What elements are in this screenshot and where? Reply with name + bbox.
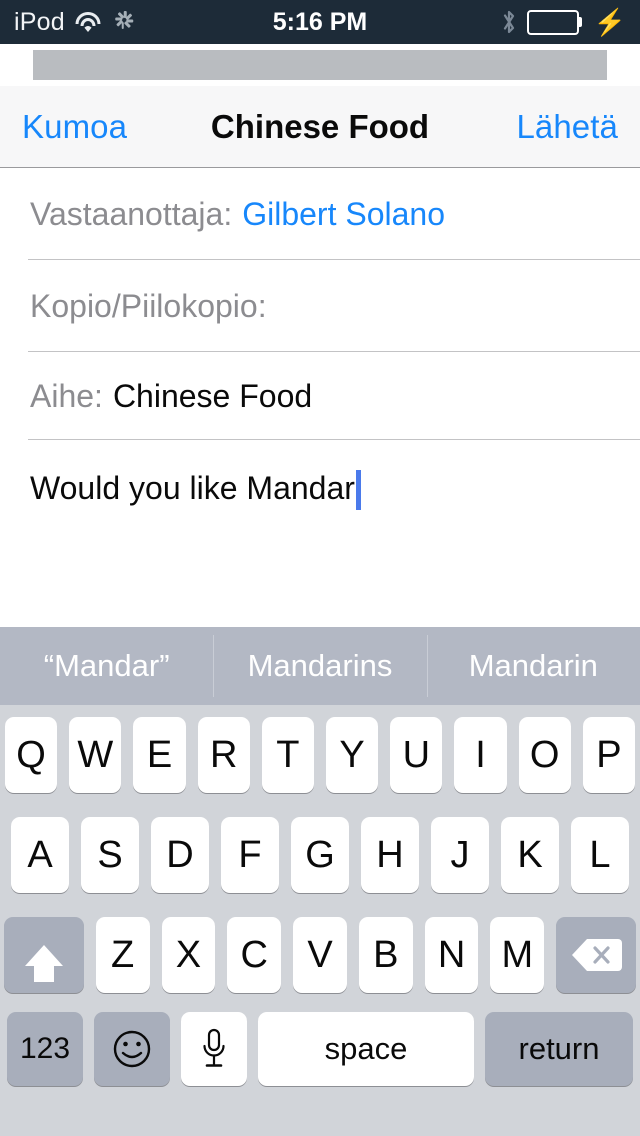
key-l[interactable]: L: [571, 817, 629, 893]
onscreen-keyboard: “Mandar” Mandarins Mandarin Q W E R T Y …: [0, 627, 640, 1136]
text-cursor: [355, 470, 361, 510]
to-field-label: Vastaanottaja:: [30, 195, 233, 232]
emoji-smiley-icon: [113, 1030, 151, 1068]
keyboard-row-3: Z X C V B N M: [0, 905, 640, 1005]
key-d[interactable]: D: [151, 817, 209, 893]
return-key[interactable]: return: [485, 1012, 633, 1086]
message-body-field[interactable]: Would you like Mandar: [0, 440, 640, 600]
suggestion-2[interactable]: Mandarin: [426, 627, 640, 705]
key-y[interactable]: Y: [326, 717, 379, 793]
autocorrect-suggestion-bar: “Mandar” Mandarins Mandarin: [0, 627, 640, 705]
key-g[interactable]: G: [291, 817, 349, 893]
key-w[interactable]: W: [69, 717, 122, 793]
key-z[interactable]: Z: [95, 917, 150, 993]
cc-bcc-field-row[interactable]: Kopio/Piilokopio:: [0, 260, 640, 352]
key-r[interactable]: R: [197, 717, 250, 793]
key-q[interactable]: Q: [4, 717, 58, 793]
key-s[interactable]: S: [81, 817, 139, 893]
bluetooth-icon: [503, 10, 514, 34]
status-bar-left: iPod: [14, 8, 134, 37]
microphone-icon: [203, 1028, 225, 1067]
subject-field-row[interactable]: Aihe: Chinese Food: [0, 352, 640, 440]
keyboard-row-4: 123 space return: [0, 1005, 640, 1093]
app-screen: iPod 5:16 PM ⚡ Kumoa Chinese Food Lähetä…: [0, 0, 640, 1136]
cancel-button[interactable]: Kumoa: [22, 108, 127, 146]
key-n[interactable]: N: [424, 917, 479, 993]
carrier-label: iPod: [14, 7, 65, 36]
subject-field-value[interactable]: Chinese Food: [113, 378, 312, 415]
wifi-icon: [75, 12, 102, 32]
backspace-key[interactable]: [556, 917, 636, 993]
key-p[interactable]: P: [582, 717, 636, 793]
keyboard-row-2: A S D F G H J K L: [0, 805, 640, 905]
key-i[interactable]: I: [454, 717, 507, 793]
activity-spinner-icon: [112, 11, 134, 33]
backspace-delete-icon: [572, 939, 623, 971]
suggestion-0[interactable]: “Mandar”: [0, 627, 213, 705]
key-f[interactable]: F: [221, 817, 279, 893]
message-body-text: Would you like Mandar: [30, 470, 355, 506]
cc-bcc-field-label: Kopio/Piilokopio:: [30, 287, 267, 324]
key-x[interactable]: X: [161, 917, 216, 993]
navigation-bar: Kumoa Chinese Food Lähetä: [0, 86, 640, 168]
key-j[interactable]: J: [431, 817, 489, 893]
key-u[interactable]: U: [390, 717, 443, 793]
key-h[interactable]: H: [361, 817, 419, 893]
battery-full-icon: [526, 9, 579, 35]
key-o[interactable]: O: [518, 717, 571, 793]
key-m[interactable]: M: [490, 917, 545, 993]
status-bar-right: ⚡: [501, 9, 626, 35]
background-panel-strip: [33, 50, 607, 80]
key-b[interactable]: B: [358, 917, 413, 993]
to-field-row[interactable]: Vastaanottaja: Gilbert Solano: [0, 168, 640, 260]
key-a[interactable]: A: [11, 817, 69, 893]
key-v[interactable]: V: [293, 917, 347, 993]
shift-arrow-icon: [24, 944, 63, 982]
compose-form: Vastaanottaja: Gilbert Solano Kopio/Piil…: [0, 168, 640, 600]
emoji-key[interactable]: [94, 1012, 170, 1086]
space-key[interactable]: space: [258, 1012, 474, 1086]
charging-bolt-icon: ⚡: [593, 7, 626, 37]
subject-field-label: Aihe:: [30, 377, 103, 414]
status-bar: iPod 5:16 PM ⚡: [0, 0, 640, 44]
keyboard-row-1: Q W E R T Y U I O P: [0, 705, 640, 805]
key-c[interactable]: C: [227, 917, 282, 993]
dictation-key[interactable]: [181, 1012, 247, 1086]
suggestion-1[interactable]: Mandarins: [213, 627, 426, 705]
key-k[interactable]: K: [501, 817, 559, 893]
key-t[interactable]: T: [261, 717, 314, 793]
send-button[interactable]: Lähetä: [516, 108, 618, 146]
to-field-recipient[interactable]: Gilbert Solano: [242, 196, 445, 233]
shift-key[interactable]: [4, 917, 84, 993]
key-e[interactable]: E: [133, 717, 186, 793]
numbers-key[interactable]: 123: [7, 1012, 83, 1086]
